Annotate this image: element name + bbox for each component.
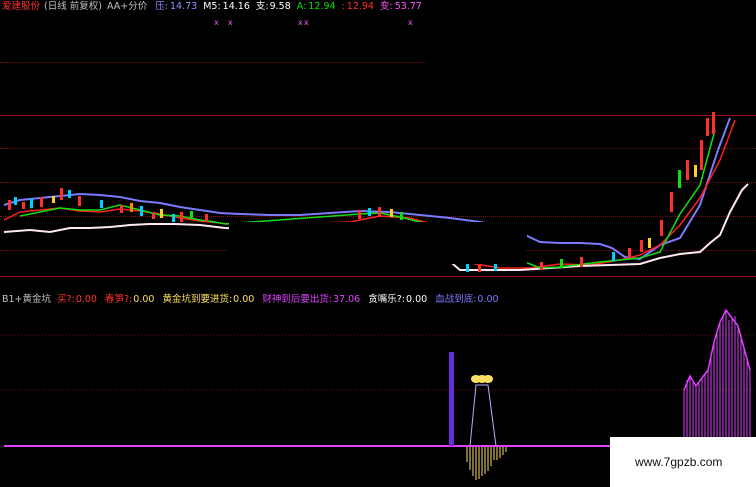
caishen-value: 37.06	[333, 294, 361, 305]
qiangshi-value: 0.00	[477, 294, 499, 305]
qiangshi-label: 血战到底:	[435, 294, 477, 305]
watermark-text: www.7gpzb.com	[635, 455, 723, 469]
magenta-histogram	[683, 310, 751, 437]
indicator-name[interactable]: B1+黄金坑	[2, 294, 51, 305]
yellow-coins	[471, 375, 493, 383]
indicator-header: B1+黄金坑 买?:0.00 春笋?:0.00 黄金坑到要进货:0.00 财神到…	[2, 293, 504, 307]
hjk-readout: 黄金坑到要进货:0.00	[162, 294, 254, 305]
chunsun-label: 春笋?:	[105, 294, 133, 305]
mai-readout: 买?:0.00	[57, 294, 97, 305]
qiangshi-readout: 血战到底:0.00	[435, 294, 498, 305]
purple-spike	[449, 352, 454, 446]
hjk-value: 0.00	[233, 294, 255, 305]
hjk-label: 黄金坑到要进货:	[162, 294, 233, 305]
caishen-label: 财神到后要出货:	[262, 294, 333, 305]
mai-label: 买?:	[57, 294, 75, 305]
redacted-area-middle	[229, 222, 527, 264]
tanle-readout: 贪嘴乐?:0.00	[368, 294, 427, 305]
caishen-readout: 财神到后要出货:37.06	[262, 294, 360, 305]
chunsun-readout: 春笋?:0.00	[105, 294, 154, 305]
yellow-tower	[469, 384, 497, 447]
chunsun-value: 0.00	[133, 294, 155, 305]
redacted-area-top-right	[427, 0, 756, 112]
magenta-outline	[683, 308, 751, 391]
tanle-label: 贪嘴乐?:	[368, 294, 406, 305]
mai-value: 0.00	[75, 294, 97, 305]
watermark: www.7gpzb.com	[610, 437, 756, 487]
tanle-value: 0.00	[406, 294, 428, 305]
yellow-histogram	[466, 447, 507, 480]
